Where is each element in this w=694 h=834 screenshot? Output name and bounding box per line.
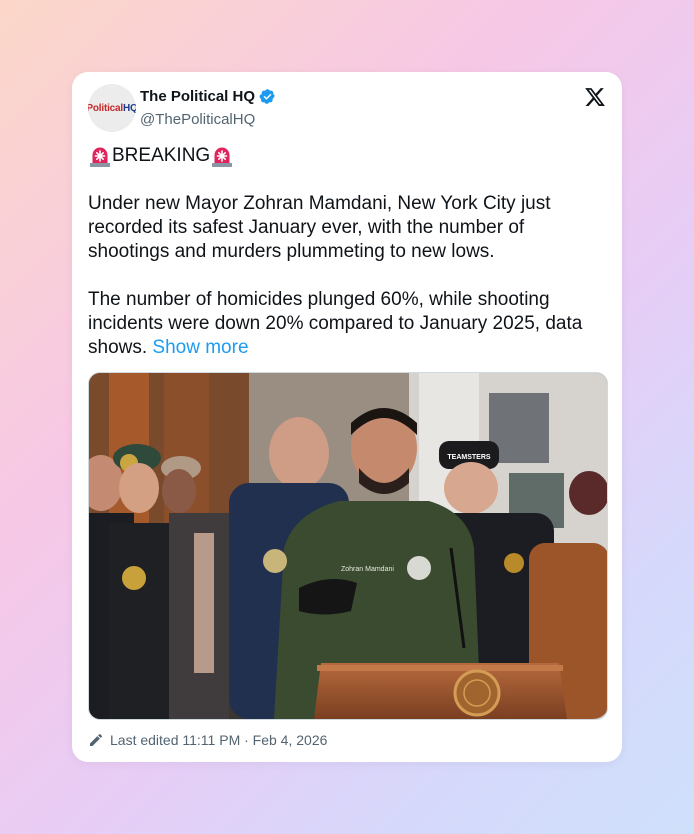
show-more-link[interactable]: Show more <box>152 337 248 358</box>
breaking-line: BREAKING <box>88 144 608 168</box>
press-conference-photo: TEAMSTERS Zohran Mamdani <box>89 373 607 719</box>
x-logo-icon[interactable] <box>584 86 606 108</box>
author-handle[interactable]: @ThePoliticalHQ <box>140 111 255 128</box>
edit-info: Last edited 11:11 PM · Feb 4, 2026 <box>88 732 327 748</box>
tweet-photo[interactable]: TEAMSTERS Zohran Mamdani <box>88 372 608 720</box>
tweet-card: Political HQ The Political HQ @ThePoliti… <box>72 72 622 762</box>
city-seal <box>453 669 501 717</box>
author-name-row: The Political HQ <box>140 88 276 105</box>
podium <box>314 663 567 719</box>
avatar-logo-text-left: Political <box>88 102 123 114</box>
avatar-logo: Political HQ <box>88 103 136 114</box>
tweet-paragraph-1: Under new Mayor Zohran Mamdani, New York… <box>88 193 551 262</box>
avatar-logo-text-right: HQ <box>122 102 136 114</box>
headline-text: BREAKING <box>112 145 211 166</box>
tweet-paragraph-2: The number of homicides plunged 60%, whi… <box>88 288 608 360</box>
cap-text: TEAMSTERS <box>447 454 491 461</box>
jacket-name: Zohran Mamdani <box>341 566 394 573</box>
rotating-light-icon <box>90 147 110 167</box>
gloved-hand <box>299 579 357 615</box>
edited-timestamp[interactable]: Last edited 11:11 PM · Feb 4, 2026 <box>110 732 327 748</box>
rotating-light-icon <box>212 147 233 167</box>
avatar[interactable]: Political HQ <box>88 84 136 132</box>
author-display-name[interactable]: The Political HQ <box>140 88 255 105</box>
verified-badge-icon <box>259 89 275 104</box>
tweet-text: BREAKING Under new Mayor Zohran Mamdani,… <box>88 144 608 360</box>
pencil-icon <box>90 733 103 746</box>
